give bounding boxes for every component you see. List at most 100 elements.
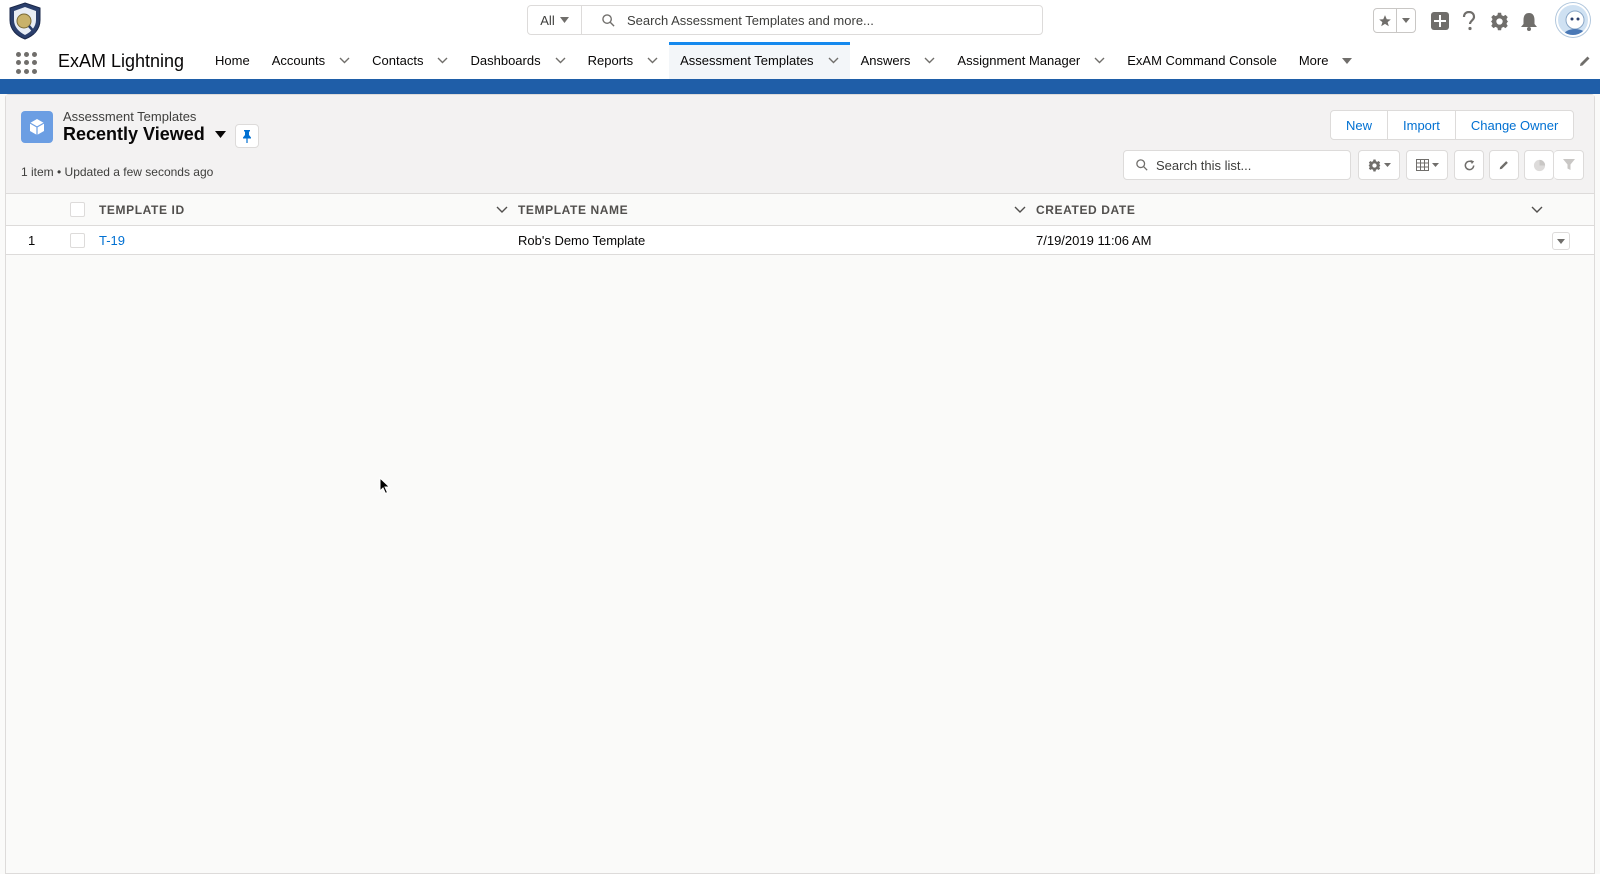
column-header-created-date[interactable]: CREATED DATE: [1036, 194, 1135, 226]
nav-item-exam-command-console[interactable]: ExAM Command Console: [1116, 42, 1288, 79]
chevron-down-icon[interactable]: [437, 57, 448, 64]
chevron-down-icon[interactable]: [1531, 202, 1543, 217]
brand-band: [0, 82, 1600, 94]
nav-item-label: Home: [215, 53, 250, 68]
caret-down-icon: [1402, 18, 1410, 23]
user-avatar[interactable]: [1556, 3, 1590, 37]
refresh-button[interactable]: [1454, 150, 1484, 180]
list-search-placeholder: Search this list...: [1156, 157, 1252, 173]
edit-nav-pencil-icon[interactable]: [1578, 54, 1592, 71]
astro-avatar-icon: [1564, 10, 1586, 35]
pin-icon: [243, 129, 251, 143]
star-icon: [1379, 14, 1391, 26]
favorites-star-button[interactable]: [1374, 9, 1397, 32]
help-icon: [1462, 11, 1476, 31]
chevron-down-icon[interactable]: [1014, 202, 1026, 217]
nav-item-more[interactable]: More: [1288, 42, 1364, 79]
new-button[interactable]: New: [1331, 111, 1389, 139]
nav-item-label: Contacts: [372, 53, 424, 68]
search-scope-label: All: [540, 12, 555, 28]
list-view-header: Assessment Templates Recently Viewed 1 i…: [6, 95, 1594, 194]
select-all-checkbox[interactable]: [70, 202, 85, 217]
chevron-down-icon[interactable]: [555, 57, 566, 64]
nav-item-home[interactable]: Home: [204, 42, 261, 79]
filters-button[interactable]: [1554, 150, 1584, 180]
template-id-link[interactable]: T-19: [99, 226, 125, 255]
table-row: 1 T-19 Rob's Demo Template 7/19/2019 11:…: [6, 226, 1594, 255]
global-search: All Search Assessment Templates and more…: [527, 5, 1043, 35]
pencil-icon: [1499, 161, 1508, 170]
chevron-down-icon[interactable]: [828, 57, 839, 64]
nav-item-label: Dashboards: [470, 53, 541, 68]
list-meta-info: 1 item • Updated a few seconds ago: [21, 165, 214, 179]
caret-down-icon[interactable]: [1342, 57, 1353, 64]
list-view-title: Recently Viewed: [63, 124, 205, 144]
setup-button[interactable]: [1487, 9, 1511, 33]
caret-down-icon: [1557, 238, 1565, 244]
chevron-down-icon[interactable]: [496, 202, 508, 217]
inline-edit-button[interactable]: [1489, 150, 1519, 180]
help-button[interactable]: [1457, 9, 1481, 33]
nav-item-reports[interactable]: Reports: [577, 42, 670, 79]
nav-item-label: Answers: [860, 53, 911, 68]
nav-item-label: Assignment Manager: [957, 53, 1081, 68]
import-button[interactable]: Import: [1388, 111, 1456, 139]
gear-icon: [1490, 12, 1508, 30]
template-name-cell: Rob's Demo Template: [518, 233, 646, 248]
column-header-label: CREATED DATE: [1036, 203, 1136, 217]
mouse-cursor-icon: [379, 476, 391, 498]
table-icon: [1415, 159, 1429, 171]
search-scope-dropdown[interactable]: All: [528, 6, 582, 34]
chevron-down-icon[interactable]: [647, 57, 658, 64]
notifications-button[interactable]: [1517, 9, 1541, 33]
nav-item-answers[interactable]: Answers: [850, 42, 947, 79]
row-actions-button[interactable]: [1552, 232, 1570, 250]
change-owner-button[interactable]: Change Owner: [1456, 111, 1573, 139]
charts-button[interactable]: [1524, 150, 1554, 180]
favorites-menu-button[interactable]: [1397, 9, 1415, 32]
nav-item-label: Reports: [587, 53, 634, 68]
list-view-picker[interactable]: Recently Viewed: [63, 124, 226, 145]
search-icon: [602, 13, 615, 27]
created-date-cell: 7/19/2019 11:06 AM: [1036, 233, 1152, 248]
table-header: TEMPLATE ID TEMPLATE NAME CREATED DATE: [6, 194, 1594, 226]
caret-down-icon: [214, 131, 226, 138]
pin-list-button[interactable]: [235, 124, 259, 148]
favorites-button-group: [1373, 8, 1416, 33]
caret-down-icon: [1383, 163, 1391, 167]
assessment-template-object-icon: [21, 111, 53, 143]
column-header-label: TEMPLATE ID: [99, 203, 185, 217]
list-view-card: Assessment Templates Recently Viewed 1 i…: [5, 94, 1595, 874]
column-header-template-id[interactable]: TEMPLATE ID: [99, 194, 185, 226]
display-as-button[interactable]: [1406, 150, 1448, 180]
pie-chart-icon: [1533, 159, 1545, 171]
nav-item-label: ExAM Command Console: [1127, 53, 1277, 68]
global-search-input[interactable]: Search Assessment Templates and more...: [582, 6, 1042, 34]
global-search-placeholder: Search Assessment Templates and more...: [627, 12, 874, 28]
nav-item-dashboards[interactable]: Dashboards: [459, 42, 576, 79]
list-view-controls-button[interactable]: [1358, 150, 1400, 180]
list-actions-button-group: New Import Change Owner: [1330, 110, 1575, 140]
app-launcher-icon[interactable]: [16, 52, 38, 74]
list-search-input[interactable]: Search this list...: [1123, 150, 1351, 180]
nav-item-contacts[interactable]: Contacts: [361, 42, 459, 79]
column-header-template-name[interactable]: TEMPLATE NAME: [518, 194, 628, 226]
nav-item-label: Assessment Templates: [680, 53, 814, 68]
chevron-down-icon[interactable]: [924, 57, 935, 64]
app-name: ExAM Lightning: [58, 51, 185, 71]
org-logo-icon[interactable]: [8, 2, 42, 40]
chevron-down-icon[interactable]: [339, 57, 350, 64]
nav-item-label: More: [1298, 53, 1329, 68]
caret-down-icon: [1431, 163, 1439, 167]
global-actions-button[interactable]: [1428, 9, 1452, 33]
nav-item-assessment-templates[interactable]: Assessment Templates: [669, 42, 851, 79]
row-select-checkbox[interactable]: [70, 233, 85, 248]
bell-icon: [1521, 12, 1537, 31]
nav-item-assignment-manager[interactable]: Assignment Manager: [946, 42, 1116, 79]
row-number: 1: [28, 233, 36, 248]
column-header-label: TEMPLATE NAME: [518, 203, 629, 217]
nav-items: Home Accounts Contacts Dashboards Report…: [204, 42, 1363, 79]
chevron-down-icon[interactable]: [1094, 57, 1105, 64]
nav-item-accounts[interactable]: Accounts: [261, 42, 361, 79]
gear-icon: [1368, 159, 1380, 171]
